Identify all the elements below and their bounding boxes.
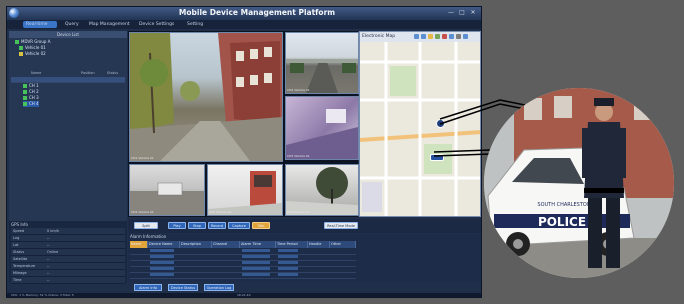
car-police-text: POLICE bbox=[538, 215, 586, 229]
police-car-scene: POLICE SOUTH CHARLESTON bbox=[484, 88, 674, 278]
police-photo: POLICE SOUTH CHARLESTON bbox=[484, 88, 674, 278]
car-subtext: SOUTH CHARLESTON bbox=[537, 202, 590, 208]
